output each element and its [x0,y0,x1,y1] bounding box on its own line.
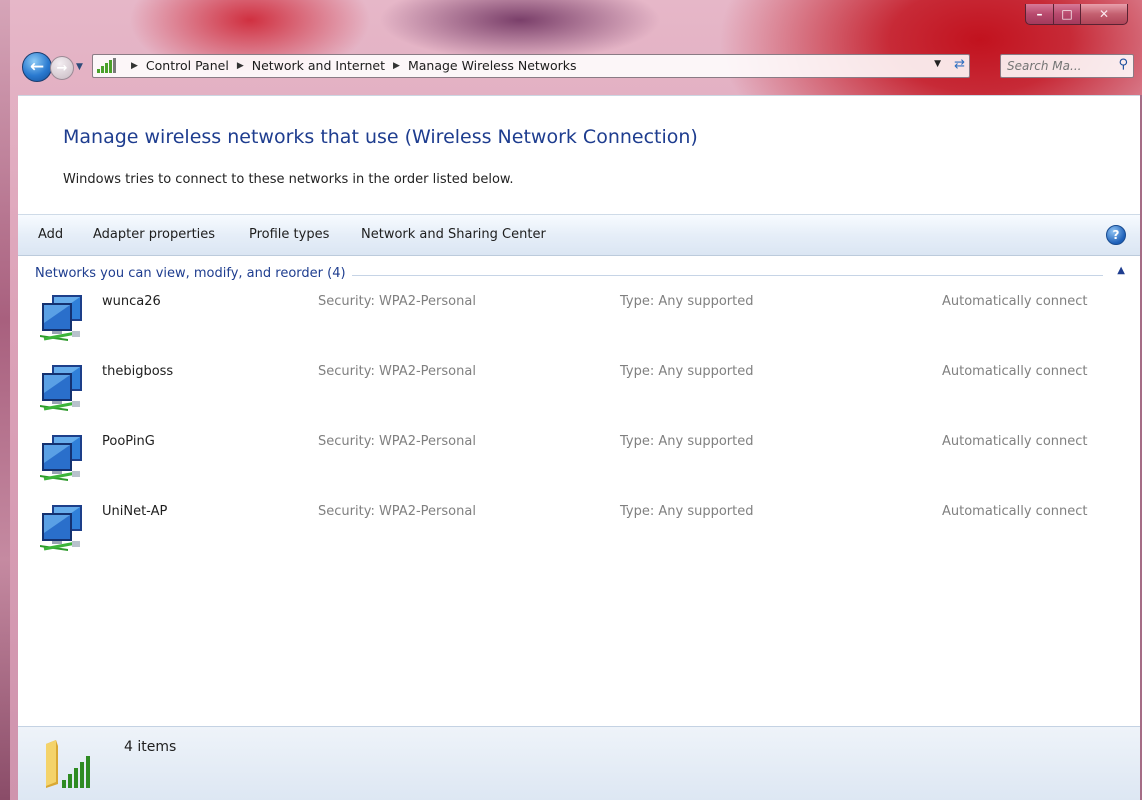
wireless-network-icon [38,359,86,413]
caption-buttons: – □ ✕ [1025,4,1128,25]
network-security: Security: WPA2-Personal [318,434,476,449]
network-security: Security: WPA2-Personal [318,504,476,519]
breadcrumb-manage-wireless-networks[interactable]: Manage Wireless Networks [408,58,577,73]
wireless-network-icon [38,289,86,343]
wireless-network-icon [38,429,86,483]
adapter-properties-button[interactable]: Adapter properties [93,227,215,242]
maximize-button[interactable]: □ [1054,4,1081,25]
breadcrumb-separator-icon[interactable]: ▶ [131,61,138,71]
close-button[interactable]: ✕ [1081,4,1128,25]
network-name: thebigboss [102,364,174,379]
network-type: Type: Any supported [620,434,754,449]
breadcrumb-network-and-internet[interactable]: Network and Internet [252,58,385,73]
search-box[interactable]: ⚲ [1000,54,1134,78]
page-subtitle: Windows tries to connect to these networ… [63,172,514,187]
address-bar[interactable]: ▶ Control Panel ▶ Network and Internet ▶… [92,54,970,78]
refresh-icon[interactable]: ⇄ [954,57,965,72]
network-security: Security: WPA2-Personal [318,294,476,309]
network-type: Type: Any supported [620,504,754,519]
status-bar: 4 items [18,726,1142,800]
wireless-folder-icon [46,740,90,788]
breadcrumb-separator-icon[interactable]: ▶ [237,61,244,71]
search-input[interactable] [1007,57,1107,75]
network-type: Type: Any supported [620,364,754,379]
help-icon[interactable]: ? [1106,225,1126,245]
breadcrumb-separator-icon[interactable]: ▶ [393,61,400,71]
profile-types-button[interactable]: Profile types [249,227,329,242]
network-name: UniNet-AP [102,504,168,519]
add-button[interactable]: Add [38,227,63,242]
breadcrumb-control-panel[interactable]: Control Panel [146,58,229,73]
page-title: Manage wireless networks that use (Wirel… [63,126,698,148]
network-row[interactable]: PooPinG Security: WPA2-Personal Type: Any … [18,429,1142,499]
network-and-sharing-center-button[interactable]: Network and Sharing Center [361,227,546,242]
window-left-border [0,0,10,800]
network-group-header[interactable]: Networks you can view, modify, and reord… [35,264,1125,284]
network-row[interactable]: UniNet-AP Security: WPA2-Personal Type: An… [18,499,1142,569]
group-header-label: Networks you can view, modify, and reord… [35,266,352,281]
network-connect-mode: Automatically connect [942,364,1088,379]
search-icon[interactable]: ⚲ [1118,57,1128,72]
forward-button[interactable]: → [50,56,74,80]
back-button[interactable]: ← [22,52,52,82]
network-connect-mode: Automatically connect [942,434,1088,449]
network-security: Security: WPA2-Personal [318,364,476,379]
wireless-network-icon [38,499,86,553]
recent-pages-dropdown[interactable]: ▼ [76,62,83,72]
back-arrow-icon: ← [29,57,45,77]
main-content: Manage wireless networks that use (Wirel… [18,95,1142,800]
forward-arrow-icon: → [56,60,68,76]
network-connect-mode: Automatically connect [942,294,1088,309]
network-name: PooPinG [102,434,155,449]
network-type: Type: Any supported [620,294,754,309]
network-connect-mode: Automatically connect [942,504,1088,519]
item-count: 4 items [124,739,177,755]
breadcrumb: ▶ Control Panel ▶ Network and Internet ▶… [123,58,577,73]
chevron-up-icon[interactable]: ▲ [1117,265,1125,276]
address-dropdown-icon[interactable]: ▼ [934,59,941,69]
minimize-button[interactable]: – [1025,4,1054,25]
wireless-signal-icon [97,58,116,73]
network-row[interactable]: thebigboss Security: WPA2-Personal Type: A… [18,359,1142,429]
navigation-bar: ← → ▼ ▶ Control Panel ▶ Network and Inte… [18,49,1142,83]
command-bar: Add Adapter properties Profile types Net… [18,214,1142,256]
network-name: wunca26 [102,294,161,309]
network-row[interactable]: wunca26 Security: WPA2-Personal Type: Any … [18,289,1142,359]
